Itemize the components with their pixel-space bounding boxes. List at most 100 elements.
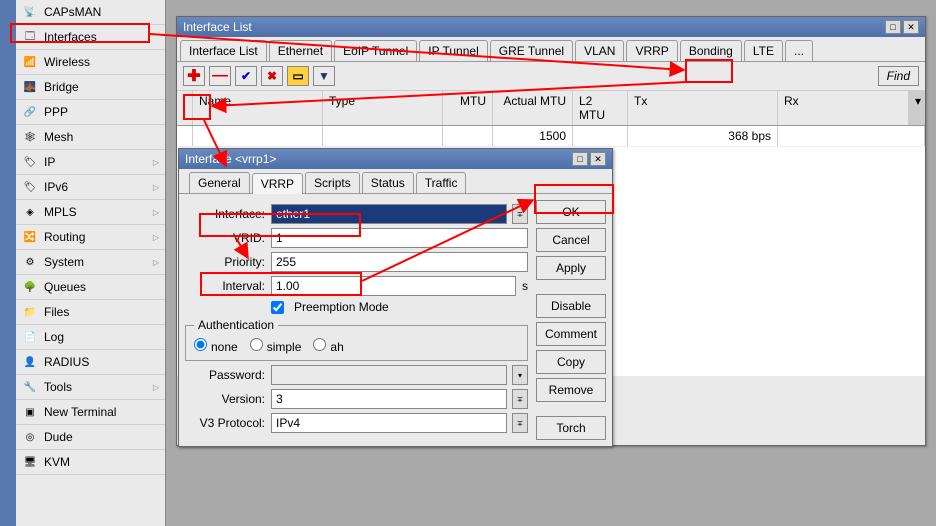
vrid-field[interactable] bbox=[271, 228, 528, 248]
sidebar-item-bridge[interactable]: 🌉Bridge bbox=[16, 75, 165, 100]
sidebar-item-label: System bbox=[44, 255, 147, 269]
col-tx[interactable]: Tx bbox=[628, 91, 778, 125]
filter-button[interactable]: ▼ bbox=[313, 66, 335, 86]
col-mtu[interactable]: MTU bbox=[443, 91, 493, 125]
tab-gre-tunnel[interactable]: GRE Tunnel bbox=[490, 40, 573, 61]
table-row[interactable]: 1500 368 bps bbox=[177, 126, 925, 147]
enable-button[interactable]: ✔ bbox=[235, 66, 257, 86]
sidebar-item-ppp[interactable]: 🔗PPP bbox=[16, 100, 165, 125]
sidebar-item-mpls[interactable]: ◈MPLS▷ bbox=[16, 200, 165, 225]
sidebar-item-label: KVM bbox=[44, 455, 159, 469]
tab-ethernet[interactable]: Ethernet bbox=[269, 40, 332, 61]
preemption-checkbox[interactable] bbox=[271, 301, 284, 314]
tab-ip-tunnel[interactable]: IP Tunnel bbox=[419, 40, 487, 61]
sidebar-item-routing[interactable]: 🔀Routing▷ bbox=[16, 225, 165, 250]
cancel-button[interactable]: Cancel bbox=[536, 228, 606, 252]
sidebar-item-label: Bridge bbox=[44, 80, 159, 94]
tab-vrrp[interactable]: VRRP bbox=[626, 40, 677, 61]
col-actual-mtu[interactable]: Actual MTU bbox=[493, 91, 573, 125]
interval-field[interactable] bbox=[271, 276, 516, 296]
tab-bonding[interactable]: Bonding bbox=[680, 40, 742, 61]
sidebar-item-queues[interactable]: 🌳Queues bbox=[16, 275, 165, 300]
tab-interface-list[interactable]: Interface List bbox=[180, 40, 267, 61]
dialog-tab-vrrp[interactable]: VRRP bbox=[252, 173, 303, 194]
col-l2mtu[interactable]: L2 MTU bbox=[573, 91, 628, 125]
dialog-tab-general[interactable]: General bbox=[189, 172, 250, 193]
auth-ah-option[interactable]: ah bbox=[313, 338, 343, 354]
sidebar-item-files[interactable]: 📁 Files bbox=[16, 300, 165, 325]
sidebar-icon: 🕸 bbox=[22, 129, 38, 145]
auth-ah-radio[interactable] bbox=[313, 338, 326, 351]
dialog-tab-status[interactable]: Status bbox=[362, 172, 414, 193]
sidebar-item-mesh[interactable]: 🕸Mesh bbox=[16, 125, 165, 150]
minimize-icon[interactable]: □ bbox=[885, 20, 901, 34]
comment-dlg-button[interactable]: Comment bbox=[536, 322, 606, 346]
sidebar-item-kvm[interactable]: 🖥 KVM bbox=[16, 450, 165, 475]
ok-button[interactable]: OK bbox=[536, 200, 606, 224]
interface-dropdown-icon[interactable]: ∓ bbox=[512, 204, 528, 224]
find-button[interactable]: Find bbox=[878, 66, 919, 86]
dialog-minimize-icon[interactable]: □ bbox=[572, 152, 588, 166]
sidebar-icon: ◎ bbox=[22, 429, 38, 445]
dialog-tab-traffic[interactable]: Traffic bbox=[416, 172, 467, 193]
sidebar-item-tools[interactable]: 🔧Tools▷ bbox=[16, 375, 165, 400]
sidebar-icon: ◈ bbox=[22, 204, 38, 220]
priority-field[interactable] bbox=[271, 252, 528, 272]
auth-simple-option[interactable]: simple bbox=[250, 338, 302, 354]
dialog-close-icon[interactable]: ✕ bbox=[590, 152, 606, 166]
dialog-tab-scripts[interactable]: Scripts bbox=[305, 172, 360, 193]
sidebar-item-ip[interactable]: 🏷IP▷ bbox=[16, 150, 165, 175]
col-rx[interactable]: Rx bbox=[778, 91, 909, 125]
copy-button[interactable]: Copy bbox=[536, 350, 606, 374]
preemption-label: Preemption Mode bbox=[294, 300, 389, 314]
tab-lte[interactable]: LTE bbox=[744, 40, 783, 61]
tab-vlan[interactable]: VLAN bbox=[575, 40, 624, 61]
sidebar-item-label: Files bbox=[44, 305, 159, 319]
add-button[interactable]: ✚ bbox=[183, 66, 205, 86]
sidebar-item-system[interactable]: ⚙System▷ bbox=[16, 250, 165, 275]
interface-label: Interface: bbox=[185, 207, 265, 221]
cell-actual-mtu: 1500 bbox=[493, 126, 573, 146]
sidebar-item-wireless[interactable]: 📶Wireless bbox=[16, 50, 165, 75]
auth-none-option[interactable]: none bbox=[194, 338, 238, 354]
col-menu[interactable]: ▾ bbox=[909, 91, 925, 125]
sidebar-item-label: New Terminal bbox=[44, 405, 159, 419]
interface-field[interactable]: ether1 bbox=[271, 204, 507, 224]
sidebar-item-new-terminal[interactable]: ▣New Terminal bbox=[16, 400, 165, 425]
sidebar-icon: 🗔 bbox=[22, 29, 38, 45]
version-dropdown-icon[interactable]: ∓ bbox=[512, 389, 528, 409]
sidebar-item-log[interactable]: 📄Log bbox=[16, 325, 165, 350]
sidebar-icon: 📁 bbox=[22, 304, 38, 320]
sidebar: 📡CAPsMAN🗔Interfaces📶Wireless🌉Bridge🔗PPP🕸… bbox=[16, 0, 166, 526]
sidebar-item-ipv6[interactable]: 🏷IPv6▷ bbox=[16, 175, 165, 200]
sidebar-icon: 🔗 bbox=[22, 104, 38, 120]
disable-button[interactable]: ✖ bbox=[261, 66, 283, 86]
disable-dlg-button[interactable]: Disable bbox=[536, 294, 606, 318]
tab--[interactable]: ... bbox=[785, 40, 813, 61]
close-icon[interactable]: ✕ bbox=[903, 20, 919, 34]
torch-button[interactable]: Torch bbox=[536, 416, 606, 440]
sidebar-item-label: Wireless bbox=[44, 55, 159, 69]
apply-button[interactable]: Apply bbox=[536, 256, 606, 280]
tab-eoip-tunnel[interactable]: EoIP Tunnel bbox=[334, 40, 417, 61]
auth-none-radio[interactable] bbox=[194, 338, 207, 351]
col-name[interactable]: Name bbox=[193, 91, 323, 125]
chevron-right-icon: ▷ bbox=[153, 183, 159, 192]
sidebar-item-radius[interactable]: 👤RADIUS bbox=[16, 350, 165, 375]
toolbar: ✚ — ✔ ✖ ▭ ▼ Find bbox=[177, 62, 925, 91]
comment-button[interactable]: ▭ bbox=[287, 66, 309, 86]
v3protocol-field[interactable] bbox=[271, 413, 507, 433]
sidebar-item-interfaces[interactable]: 🗔Interfaces bbox=[16, 25, 165, 50]
auth-simple-radio[interactable] bbox=[250, 338, 263, 351]
remove-dlg-button[interactable]: Remove bbox=[536, 378, 606, 402]
sidebar-icon: 🖥 bbox=[22, 454, 38, 470]
password-expand-icon[interactable]: ▾ bbox=[512, 365, 528, 385]
sidebar-item-dude[interactable]: ◎ Dude bbox=[16, 425, 165, 450]
sidebar-item-label: Dude bbox=[44, 430, 159, 444]
remove-button[interactable]: — bbox=[209, 66, 231, 86]
version-field[interactable] bbox=[271, 389, 507, 409]
col-type[interactable]: Type bbox=[323, 91, 443, 125]
sidebar-icon: 🏷 bbox=[22, 154, 38, 170]
v3protocol-dropdown-icon[interactable]: ∓ bbox=[512, 413, 528, 433]
sidebar-item-capsman[interactable]: 📡CAPsMAN bbox=[16, 0, 165, 25]
